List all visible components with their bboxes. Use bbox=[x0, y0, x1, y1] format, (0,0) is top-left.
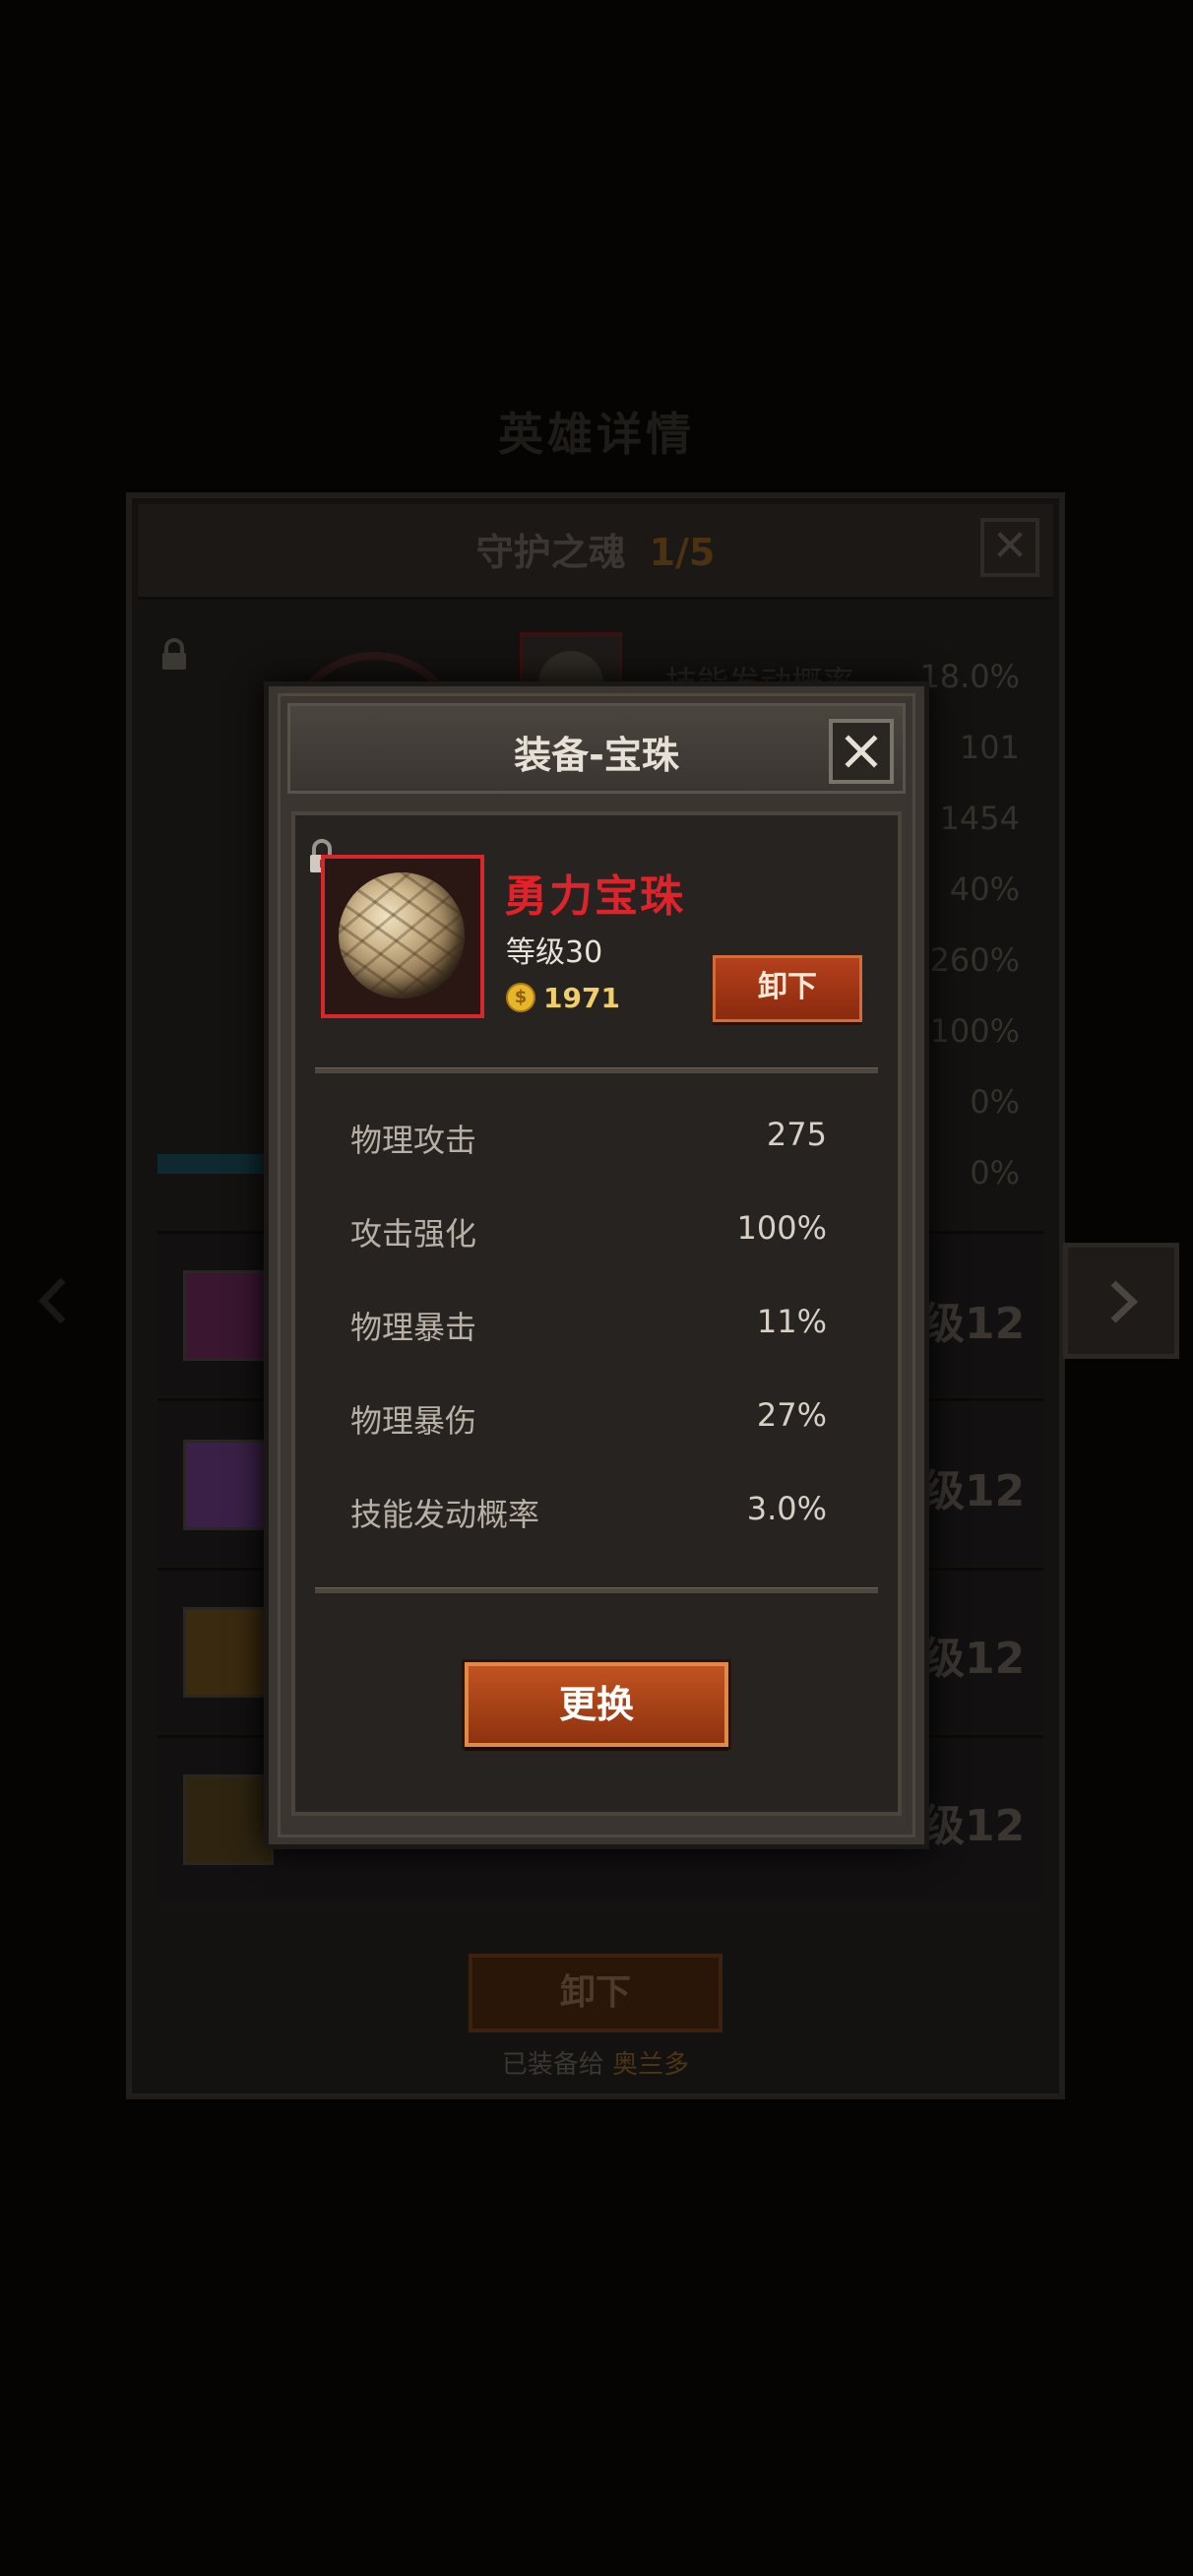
orb-icon bbox=[339, 872, 465, 998]
stat-label: 物理攻击 bbox=[350, 1122, 477, 1159]
stat-value: 100% bbox=[736, 1209, 827, 1247]
skill-level: 级12 bbox=[921, 1455, 1025, 1518]
stat-value: 275 bbox=[766, 1116, 827, 1153]
skill-icon bbox=[183, 1607, 274, 1698]
skill-icon bbox=[183, 1440, 274, 1530]
bg-stat-value: 0% bbox=[970, 1083, 1020, 1121]
stat-value: 27% bbox=[756, 1396, 827, 1434]
divider bbox=[315, 1067, 878, 1073]
skill-level-number: 12 bbox=[965, 1299, 1026, 1349]
skill-level-number: 12 bbox=[965, 1634, 1026, 1684]
skill-level-number: 12 bbox=[965, 1466, 1026, 1516]
item-coin-value: 1971 bbox=[543, 982, 620, 1014]
bg-stat-value: 0% bbox=[970, 1154, 1020, 1191]
equipped-to-label: 已装备给 bbox=[501, 2050, 604, 2080]
stat-label: 物理暴击 bbox=[350, 1309, 477, 1346]
replace-button[interactable]: 更换 bbox=[465, 1662, 728, 1747]
skill-level: 级12 bbox=[921, 1790, 1025, 1853]
bg-stat-value: 18.0% bbox=[919, 658, 1020, 695]
soul-panel-title-text: 守护之魂 bbox=[475, 531, 626, 574]
coin-icon: $ bbox=[506, 983, 535, 1012]
skill-icon bbox=[183, 1270, 274, 1361]
soul-panel-title: 守护之魂 1/5 bbox=[138, 522, 1053, 576]
bg-stat-value: 1454 bbox=[939, 800, 1020, 837]
progress-bar bbox=[157, 1154, 276, 1174]
item-name: 勇力宝珠 bbox=[504, 871, 685, 922]
bg-stat-value: 100% bbox=[929, 1012, 1020, 1050]
bg-stat-value: 40% bbox=[949, 870, 1020, 908]
lock-icon bbox=[162, 638, 186, 670]
soul-slot-count: 1/5 bbox=[649, 531, 716, 574]
soul-panel-close-button[interactable]: ✕ bbox=[980, 518, 1039, 577]
divider bbox=[315, 1587, 878, 1593]
stat-value: 11% bbox=[756, 1303, 827, 1340]
next-button[interactable] bbox=[1063, 1243, 1179, 1359]
dialog-close-button[interactable] bbox=[829, 719, 894, 784]
stat-label: 攻击强化 bbox=[350, 1215, 477, 1253]
close-icon bbox=[845, 735, 878, 768]
hero-page-title: 英雄详情 bbox=[498, 408, 695, 461]
item-level: 等级30 bbox=[506, 935, 603, 970]
dialog-title: 装备-宝珠 bbox=[514, 734, 679, 777]
stat-value: 3.0% bbox=[746, 1490, 827, 1527]
equipped-to-text: 已装备给 奥兰多 bbox=[126, 2044, 1065, 2081]
equipped-hero-name: 奥兰多 bbox=[612, 2050, 690, 2080]
skill-icon bbox=[183, 1774, 274, 1865]
stat-label: 物理暴伤 bbox=[350, 1402, 477, 1440]
skill-level: 级12 bbox=[921, 1288, 1025, 1351]
stat-label: 技能发动概率 bbox=[350, 1496, 540, 1533]
chevron-left-icon[interactable] bbox=[30, 1274, 79, 1327]
skill-level-number: 12 bbox=[965, 1801, 1026, 1851]
bg-stat-value: 101 bbox=[959, 729, 1020, 766]
chevron-right-icon bbox=[1110, 1280, 1139, 1323]
bg-unequip-button[interactable]: 卸下 bbox=[469, 1954, 722, 2032]
bg-stat-value: 260% bbox=[929, 941, 1020, 979]
unequip-button[interactable]: 卸下 bbox=[713, 955, 862, 1022]
skill-level: 级12 bbox=[921, 1623, 1025, 1686]
